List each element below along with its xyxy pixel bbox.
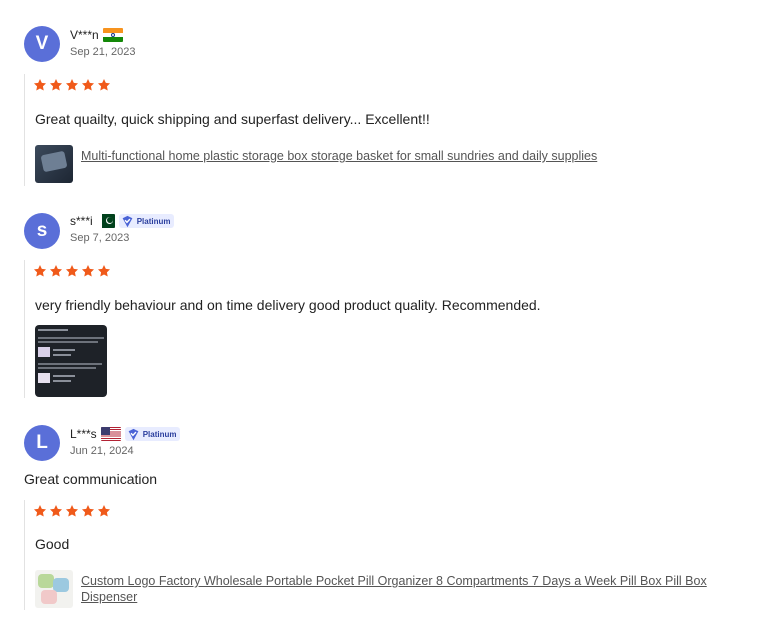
- shield-check-icon: [127, 428, 140, 441]
- platinum-badge: Platinum: [124, 427, 181, 441]
- review-body: Good Custom Logo Factory Wholesale Porta…: [24, 500, 755, 610]
- star-icon: [81, 504, 95, 518]
- product-title-link[interactable]: Custom Logo Factory Wholesale Portable P…: [81, 573, 750, 605]
- star-icon: [33, 504, 47, 518]
- star-icon: [49, 504, 63, 518]
- reviewer-name: L***s: [70, 427, 97, 441]
- product-link[interactable]: Custom Logo Factory Wholesale Portable P…: [35, 570, 750, 608]
- product-thumbnail[interactable]: [35, 570, 73, 608]
- badge-label: Platinum: [142, 429, 177, 439]
- star-rating: [33, 504, 111, 518]
- avatar: L: [24, 425, 60, 461]
- review-headline: Great communication: [24, 471, 158, 487]
- review-item: L L***s Platinum Jun 21, 2024 Great comm…: [0, 0, 779, 637]
- reviewer-row: L***s Platinum: [70, 427, 181, 441]
- review-comment: Good: [35, 536, 70, 552]
- usa-flag-icon: [100, 427, 121, 441]
- review-date: Jun 21, 2024: [70, 445, 134, 457]
- star-icon: [97, 504, 111, 518]
- star-icon: [65, 504, 79, 518]
